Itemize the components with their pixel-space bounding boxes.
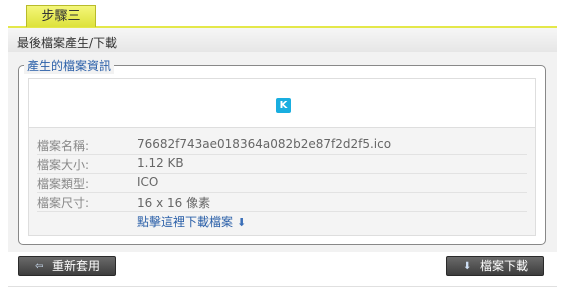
page-title: 最後檔案產生/下載: [17, 36, 118, 50]
file-download-button-label: 檔案下載: [480, 259, 529, 273]
download-arrow-icon: ⬇: [463, 261, 472, 272]
download-arrow-icon: ⬇: [237, 216, 247, 229]
download-file-link[interactable]: 點擊這裡下載檔案 ⬇: [137, 213, 246, 230]
reapply-button-label: 重新套用: [52, 259, 101, 273]
generated-file-icon: K: [276, 98, 291, 113]
info-label: 檔案類型:: [37, 177, 90, 191]
step-label: 步驟三: [41, 9, 81, 24]
info-value: 76682f743ae018364a082b2e87f2d2f5.ico: [137, 137, 392, 151]
reapply-button[interactable]: ⇦ 重新套用: [18, 256, 116, 276]
info-label: 檔案名稱:: [37, 139, 90, 153]
info-value: 16 x 16 像素: [137, 196, 211, 210]
info-row-dimensions: 檔案尺寸: 16 x 16 像素: [37, 192, 527, 212]
bottom-divider: [8, 286, 557, 287]
download-link-label: 點擊這裡下載檔案: [137, 215, 234, 229]
info-label: 檔案大小:: [37, 158, 90, 172]
file-info-box: K 檔案名稱: 76682f743ae018364a082b2e87f2d2f5…: [28, 78, 536, 236]
file-download-button[interactable]: ⬇ 檔案下載: [446, 256, 544, 276]
step-tab: 步驟三: [26, 5, 96, 27]
info-value: 1.12 KB: [137, 156, 184, 170]
info-row-filename: 檔案名稱: 76682f743ae018364a082b2e87f2d2f5.i…: [37, 135, 527, 155]
preview-row: K: [29, 79, 535, 128]
info-row-filetype: 檔案類型: ICO: [37, 173, 527, 193]
back-arrow-icon: ⇦: [35, 261, 44, 272]
info-value: ICO: [137, 175, 159, 189]
info-row-filesize: 檔案大小: 1.12 KB: [37, 154, 527, 174]
info-label: 檔案尺寸:: [37, 196, 90, 210]
file-info-legend: 產生的檔案資訊: [24, 57, 115, 74]
